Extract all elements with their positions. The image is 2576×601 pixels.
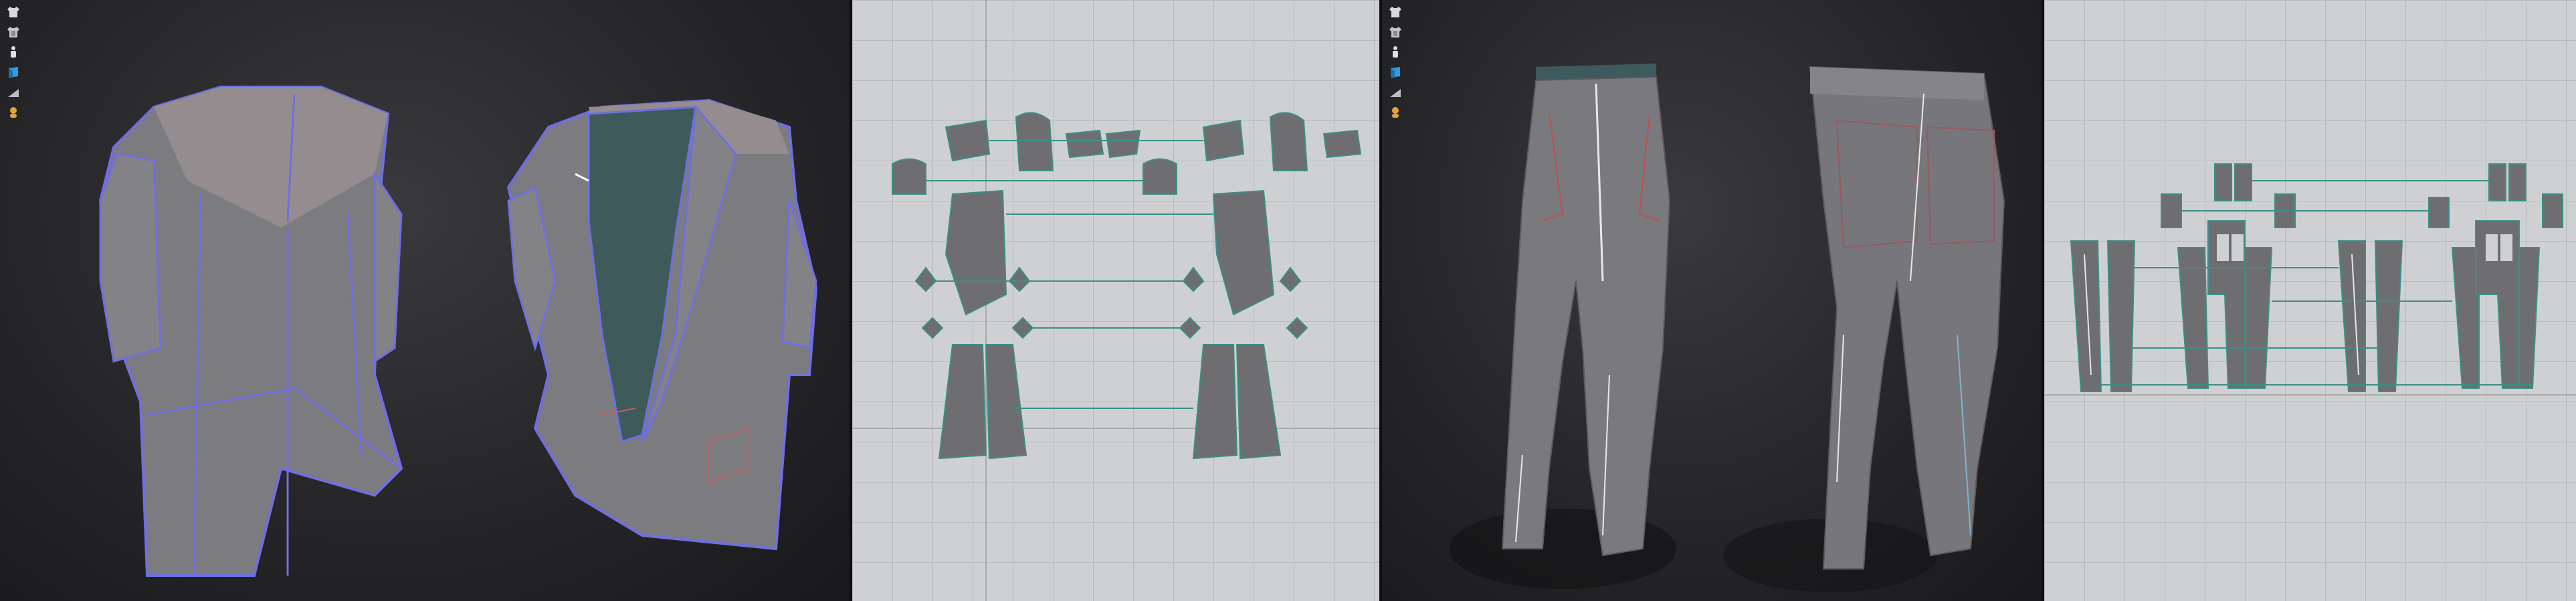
pattern-piece[interactable] xyxy=(1182,266,1205,292)
pattern-piece[interactable] xyxy=(2542,193,2563,228)
pattern-piece[interactable] xyxy=(2508,163,2527,201)
2d-pattern-pants[interactable] xyxy=(2044,0,2576,601)
pants-back-view[interactable] xyxy=(1809,66,2005,570)
pants-3d-render[interactable] xyxy=(1382,0,2042,601)
jacket-pattern-canvas[interactable] xyxy=(852,0,1379,601)
3d-viewport-jacket[interactable] xyxy=(0,0,850,601)
pattern-piece[interactable] xyxy=(985,344,1027,460)
pattern-piece[interactable] xyxy=(1015,112,1054,171)
pattern-piece[interactable] xyxy=(921,317,944,339)
pattern-piece[interactable] xyxy=(914,266,937,292)
pants-pattern-canvas[interactable] xyxy=(2044,0,2576,601)
pattern-piece[interactable] xyxy=(1008,266,1031,292)
pattern-piece[interactable] xyxy=(2106,240,2136,392)
pattern-piece[interactable] xyxy=(1065,129,1104,159)
pants-front-view[interactable] xyxy=(1501,64,1671,557)
pattern-piece[interactable] xyxy=(2070,240,2102,392)
pattern-piece[interactable] xyxy=(1269,112,1308,171)
pattern-piece[interactable] xyxy=(2428,197,2450,228)
pattern-piece[interactable] xyxy=(2488,163,2506,201)
pattern-piece[interactable] xyxy=(2234,163,2252,201)
jacket-3d-render[interactable] xyxy=(0,0,850,601)
jacket-back-view[interactable] xyxy=(98,86,403,577)
pattern-piece[interactable] xyxy=(1179,317,1201,339)
pattern-piece[interactable] xyxy=(1202,119,1245,162)
pattern-piece[interactable] xyxy=(1105,129,1141,159)
pattern-piece[interactable] xyxy=(2177,247,2209,389)
pattern-piece[interactable] xyxy=(1212,189,1275,316)
jacket-front-view[interactable] xyxy=(506,98,818,551)
pattern-piece[interactable] xyxy=(1322,129,1362,159)
pattern-piece[interactable] xyxy=(1192,344,1238,460)
2d-pattern-jacket[interactable] xyxy=(852,0,1379,601)
pattern-piece[interactable] xyxy=(1235,344,1282,460)
pattern-piece[interactable] xyxy=(1011,317,1034,339)
pattern-piece[interactable] xyxy=(2161,193,2182,228)
pattern-piece[interactable] xyxy=(2244,247,2273,389)
pattern-piece[interactable] xyxy=(1143,158,1177,195)
pattern-piece[interactable] xyxy=(2214,163,2232,201)
3d-viewport-pants[interactable] xyxy=(1382,0,2042,601)
pattern-piece[interactable] xyxy=(945,119,991,162)
pattern-piece[interactable] xyxy=(892,158,926,195)
pattern-piece[interactable] xyxy=(938,344,987,460)
pattern-piece[interactable] xyxy=(1279,266,1302,292)
pattern-piece[interactable] xyxy=(945,189,1007,316)
pattern-piece[interactable] xyxy=(2374,240,2403,392)
pattern-piece[interactable] xyxy=(1286,317,1308,339)
